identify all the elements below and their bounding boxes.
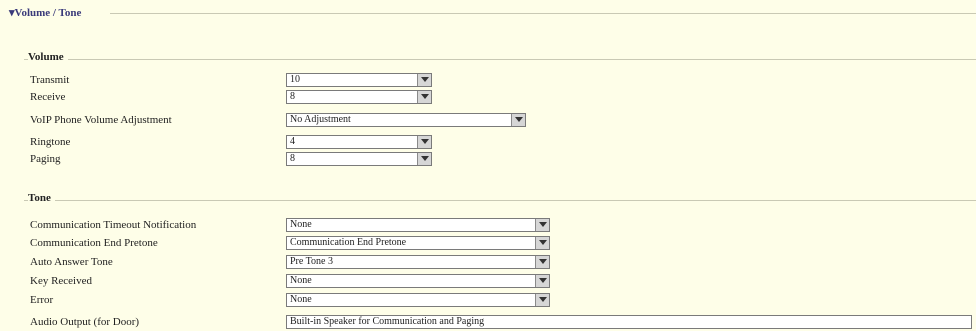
chevron-down-icon[interactable]: [535, 275, 549, 287]
end-pretone-label: Communication End Pretone: [30, 237, 158, 249]
error-label: Error: [30, 294, 54, 306]
paging-label: Paging: [30, 153, 61, 165]
voip-volume-select[interactable]: No Adjustment: [286, 113, 526, 127]
section-divider: [110, 13, 976, 14]
transmit-select[interactable]: 10: [286, 73, 432, 87]
key-received-select[interactable]: None: [286, 274, 550, 288]
section-title[interactable]: ▾Volume / Tone: [6, 6, 85, 19]
chevron-down-icon[interactable]: [417, 136, 431, 148]
voip-volume-label: VoIP Phone Volume Adjustment: [30, 114, 172, 126]
receive-select[interactable]: 8: [286, 90, 432, 104]
ringtone-select[interactable]: 4: [286, 135, 432, 149]
chevron-down-icon[interactable]: [417, 91, 431, 103]
chevron-down-icon[interactable]: [417, 74, 431, 86]
chevron-down-icon[interactable]: [511, 114, 525, 126]
chevron-down-icon[interactable]: [417, 153, 431, 165]
timeout-notification-select[interactable]: None: [286, 218, 550, 232]
volume-group-title: Volume: [28, 51, 68, 63]
chevron-down-icon[interactable]: [535, 237, 549, 249]
ringtone-label: Ringtone: [30, 136, 71, 148]
chevron-down-icon[interactable]: [535, 294, 549, 306]
receive-label: Receive: [30, 91, 66, 103]
auto-answer-tone-label: Auto Answer Tone: [30, 256, 113, 268]
chevron-down-icon[interactable]: [535, 256, 549, 268]
audio-output-select[interactable]: Built-in Speaker for Communication and P…: [286, 315, 972, 329]
end-pretone-select[interactable]: Communication End Pretone: [286, 236, 550, 250]
transmit-label: Transmit: [30, 74, 70, 86]
auto-answer-tone-select[interactable]: Pre Tone 3: [286, 255, 550, 269]
audio-output-label: Audio Output (for Door): [30, 316, 140, 328]
paging-select[interactable]: 8: [286, 152, 432, 166]
chevron-down-icon[interactable]: [535, 219, 549, 231]
key-received-label: Key Received: [30, 275, 92, 287]
volume-tone-panel: ▾Volume / Tone Volume Transmit 10 Receiv…: [0, 0, 976, 331]
volume-divider: [24, 59, 976, 60]
tone-divider: [24, 200, 976, 201]
error-select[interactable]: None: [286, 293, 550, 307]
tone-group-title: Tone: [28, 192, 55, 204]
timeout-notification-label: Communication Timeout Notification: [30, 219, 197, 231]
